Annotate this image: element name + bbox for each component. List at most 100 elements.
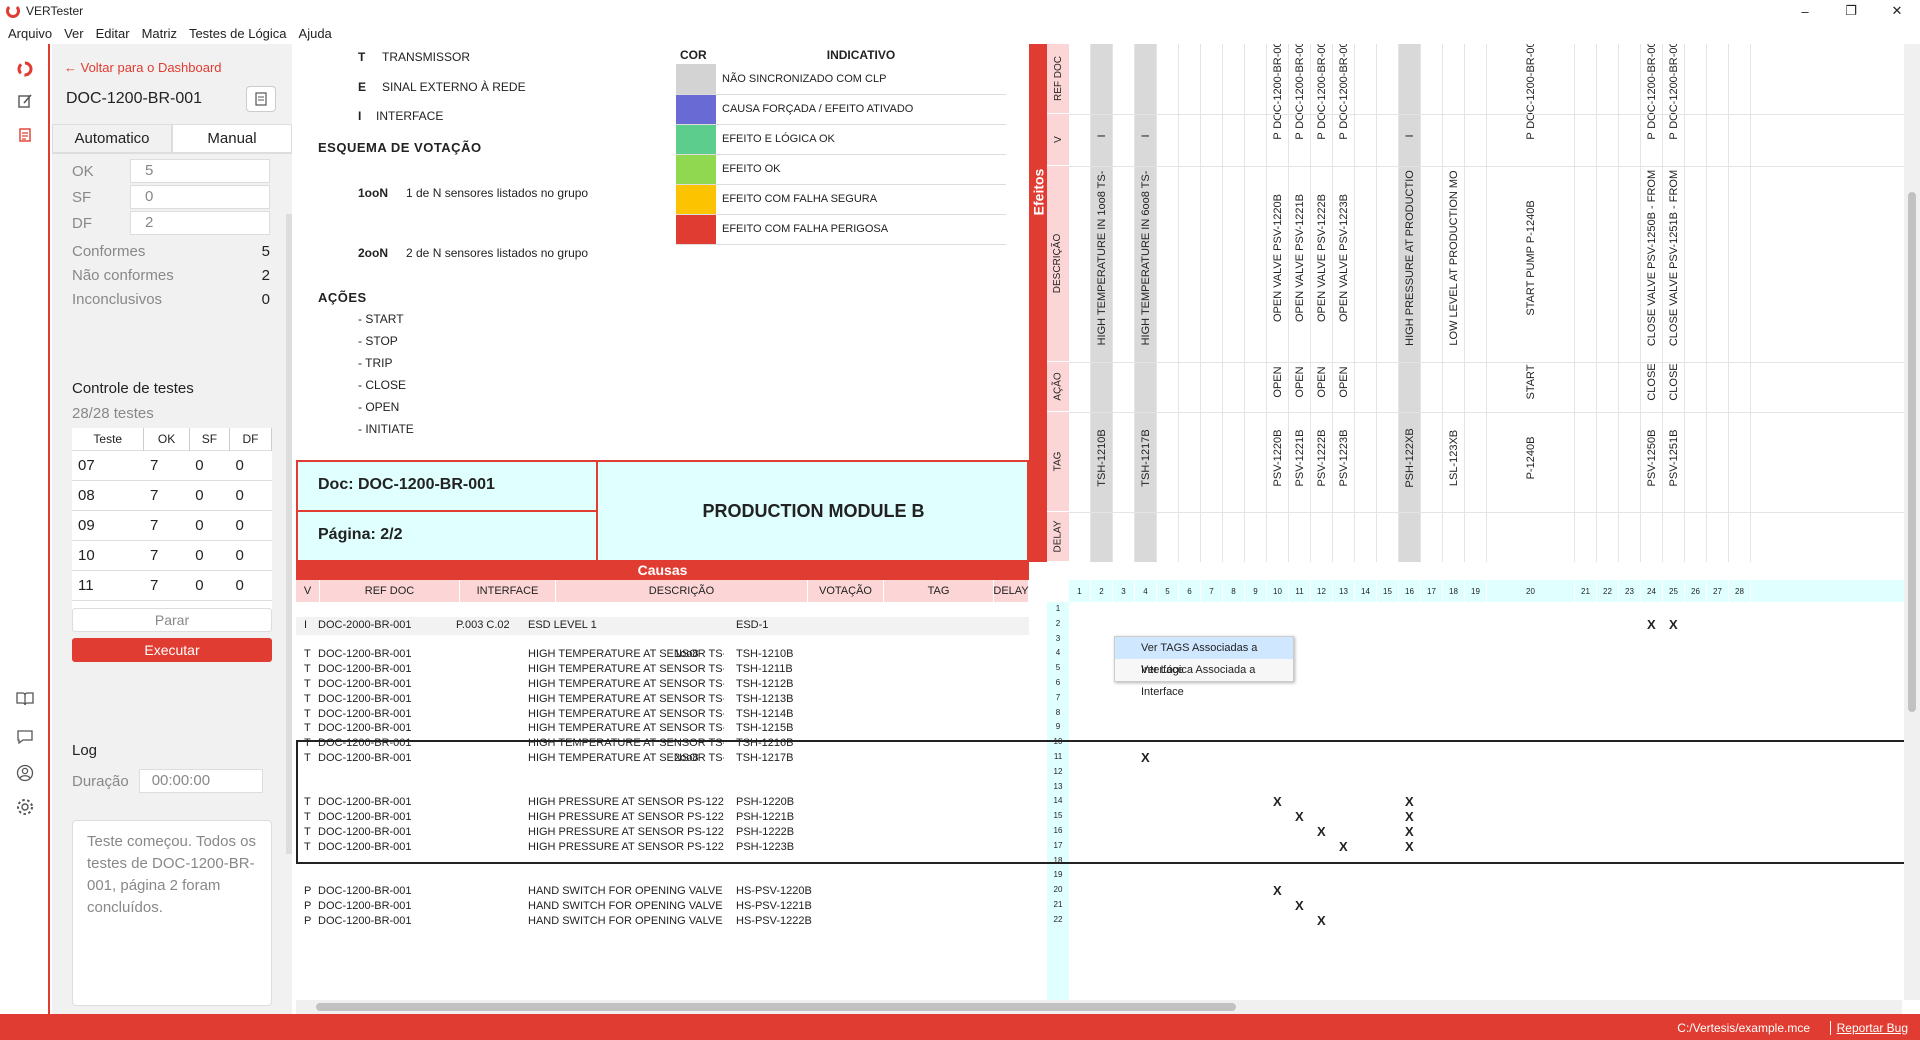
- effect-action: OPEN: [1337, 366, 1350, 398]
- menu-ver-tags-interface[interactable]: Ver TAGS Associadas a Interface: [1115, 637, 1293, 676]
- cause-cell: HS-PSV-1222B: [736, 914, 812, 927]
- duration-field: 00:00:00: [138, 769, 263, 793]
- menu-testes-logica[interactable]: Testes de Lógica: [189, 26, 287, 41]
- menu-ver-logica-interface[interactable]: Ver Lógica Associada a Interface: [1115, 659, 1293, 698]
- effect-description: OPEN VALVE PSV-1223B: [1337, 194, 1350, 322]
- table-row[interactable]: 10 7 0 0: [72, 539, 272, 570]
- vertical-scrollbar[interactable]: [1904, 44, 1920, 1000]
- effect-column-14[interactable]: [1355, 44, 1377, 562]
- book-icon[interactable]: [14, 688, 36, 710]
- cause-cell: DOC-2000-BR-001: [318, 618, 412, 631]
- tab-manual[interactable]: Manual: [172, 124, 292, 153]
- effect-column-28[interactable]: [1729, 44, 1751, 562]
- effect-column-17[interactable]: [1421, 44, 1443, 562]
- user-icon[interactable]: [14, 762, 36, 784]
- effect-column-10[interactable]: DOC-1200-BR-001 P OPEN VALVE PSV-1220B OPEN…: [1267, 44, 1289, 562]
- cause-cell: T: [304, 722, 311, 735]
- effect-ref-doc: DOC-1200-BR-001: [1315, 44, 1328, 129]
- stop-button[interactable]: Parar: [72, 608, 272, 632]
- matrix-mark[interactable]: X: [1273, 883, 1282, 898]
- cause-number: 7: [1055, 692, 1061, 702]
- effect-column-26[interactable]: [1685, 44, 1707, 562]
- effect-column-7[interactable]: [1201, 44, 1223, 562]
- menu-ajuda[interactable]: Ajuda: [299, 26, 332, 41]
- table-row[interactable]: 11 7 0 0: [72, 569, 272, 600]
- matrix-mark[interactable]: X: [1647, 617, 1656, 632]
- effect-description: OPEN VALVE PSV-1221B: [1293, 194, 1306, 322]
- effect-column-9[interactable]: [1245, 44, 1267, 562]
- effect-column-8[interactable]: [1223, 44, 1245, 562]
- effect-number: 4: [1135, 580, 1157, 602]
- col-df: DF: [229, 428, 272, 450]
- effect-column-15[interactable]: [1377, 44, 1399, 562]
- chat-icon[interactable]: [14, 726, 36, 748]
- effect-tag: P-1240B: [1524, 436, 1537, 480]
- table-row[interactable]: P DOC-1200-BR-001 HAND SWITCH FOR OPENING …: [296, 913, 1029, 931]
- logo-icon[interactable]: [14, 58, 36, 80]
- section-divider: [1069, 412, 1910, 413]
- effect-column-20[interactable]: DOC-1200-BR-001 P START PUMP P-1240B START P…: [1487, 44, 1575, 562]
- effect-column-22[interactable]: [1597, 44, 1619, 562]
- horizontal-scrollbar[interactable]: [296, 1000, 1902, 1014]
- matrix-mark[interactable]: X: [1317, 913, 1326, 928]
- effect-ref-doc: DOC-1200-BR-001: [1337, 44, 1350, 129]
- back-to-dashboard-link[interactable]: ← Voltar para o Dashboard: [64, 60, 222, 75]
- effect-column-12[interactable]: DOC-1200-BR-001 P OPEN VALVE PSV-1222B OPEN…: [1311, 44, 1333, 562]
- effect-v: P: [1271, 132, 1284, 140]
- settings-icon[interactable]: [14, 796, 36, 818]
- effect-column-27[interactable]: [1707, 44, 1729, 562]
- color-swatch: [676, 184, 716, 215]
- matrix-view: T TRANSMISSOR E SINAL EXTERNO À REDE I I…: [296, 44, 1910, 1014]
- effect-column-21[interactable]: [1575, 44, 1597, 562]
- vertical-scrollbar-thumb[interactable]: [1908, 192, 1916, 712]
- edit-icon[interactable]: [14, 90, 36, 112]
- effect-number: 24: [1641, 580, 1663, 602]
- menu-matriz[interactable]: Matriz: [142, 26, 177, 41]
- horizontal-scrollbar-thumb[interactable]: [316, 1003, 1236, 1011]
- side-panel-scrollbar[interactable]: [286, 214, 292, 854]
- tests-table: Teste OK SF DF 07 7 0 0 08 7 0 0 09 7 0 0 10 7 0 0 1…: [72, 428, 272, 630]
- cause-number: 22: [1053, 914, 1063, 924]
- cause-cell: TSH-1212B: [736, 678, 794, 690]
- run-button[interactable]: Executar: [72, 638, 272, 662]
- report-bug-link[interactable]: Reportar Bug: [1829, 1021, 1908, 1035]
- effect-number: 5: [1157, 580, 1179, 602]
- effect-column-19[interactable]: [1465, 44, 1487, 562]
- side-panel: ← Voltar para o Dashboard DOC-1200-BR-00…: [52, 44, 292, 1014]
- effect-column-13[interactable]: DOC-1200-BR-001 P OPEN VALVE PSV-1223B OPEN…: [1333, 44, 1355, 562]
- effect-column-6[interactable]: [1179, 44, 1201, 562]
- stat-ok: OK 5: [62, 158, 282, 184]
- effect-column-11[interactable]: DOC-1200-BR-001 P OPEN VALVE PSV-1221B OPEN…: [1289, 44, 1311, 562]
- matrix-mark[interactable]: X: [1669, 617, 1678, 632]
- table-row[interactable]: 08 7 0 0: [72, 479, 272, 510]
- effect-column-25[interactable]: DOC-1200-BR-001 P CLOSE VALVE PSV-1251B - …: [1663, 44, 1685, 562]
- section-divider: [1069, 512, 1910, 513]
- maximize-button[interactable]: ❐: [1828, 0, 1874, 22]
- window-title: VERTester: [26, 4, 84, 18]
- results-card: OK 5 SF 0 DF 2 Conformes 5 Não conformes 2 In…: [62, 158, 282, 308]
- effect-v: P: [1337, 132, 1350, 140]
- matrix-mark[interactable]: X: [1295, 898, 1304, 913]
- effect-column-23[interactable]: [1619, 44, 1641, 562]
- document-info-button[interactable]: [246, 86, 276, 112]
- effect-column-1[interactable]: [1069, 44, 1091, 562]
- effect-column-18[interactable]: LOW LEVEL AT PRODUCTION MO LSL-123XB: [1443, 44, 1465, 562]
- menu-editar[interactable]: Editar: [96, 26, 130, 41]
- menu-arquivo[interactable]: Arquivo: [8, 26, 52, 41]
- minimize-button[interactable]: –: [1782, 0, 1828, 22]
- menu-ver[interactable]: Ver: [64, 26, 84, 41]
- effect-column-5[interactable]: [1157, 44, 1179, 562]
- effect-v: P: [1293, 132, 1306, 140]
- effect-column-24[interactable]: DOC-1200-BR-001 P CLOSE VALVE PSV-1250B - …: [1641, 44, 1663, 562]
- document-icon[interactable]: [14, 124, 36, 146]
- table-row[interactable]: 09 7 0 0: [72, 509, 272, 540]
- effect-column-16[interactable]: I HIGH PRESSURE AT PRODUCTIO PSH-122XB: [1399, 44, 1421, 562]
- tab-automatico[interactable]: Automatico: [52, 124, 172, 153]
- effect-column-2[interactable]: I HIGH TEMPERATURE IN 1oo8 TS- TSH-1210B: [1091, 44, 1113, 562]
- effect-column-4[interactable]: I HIGH TEMPERATURE IN 6oo8 TS- TSH-1217B: [1135, 44, 1157, 562]
- effect-number: 12: [1311, 580, 1333, 602]
- table-row[interactable]: 07 7 0 0: [72, 449, 272, 480]
- effect-number: 9: [1245, 580, 1267, 602]
- effect-column-3[interactable]: [1113, 44, 1135, 562]
- close-button[interactable]: ✕: [1874, 0, 1920, 22]
